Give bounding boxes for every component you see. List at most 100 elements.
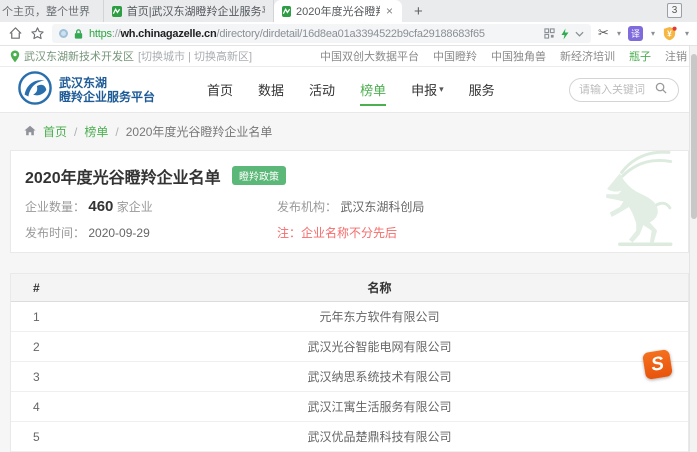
count-label: 企业数量： bbox=[25, 200, 86, 214]
url-host: wh.chinagazelle.cn bbox=[120, 27, 217, 40]
wallet-dropdown-caret-icon[interactable]: ▾ bbox=[685, 29, 689, 38]
breadcrumb-sep: / bbox=[74, 124, 78, 139]
logo-line1: 武汉东湖 bbox=[59, 75, 108, 90]
nav-rankings[interactable]: 榜单 bbox=[360, 67, 386, 113]
chevron-down-icon[interactable] bbox=[575, 31, 584, 37]
current-district-label: 武汉东湖新技术开发区 bbox=[24, 51, 134, 63]
utility-link-unicorn[interactable]: 中国独角兽 bbox=[491, 48, 546, 64]
table-row[interactable]: 1 元年东方软件有限公司 bbox=[11, 302, 688, 332]
nav-apply[interactable]: 申报 ▾ bbox=[411, 67, 444, 113]
page-title: 2020年度光谷瞪羚企业名单 bbox=[25, 170, 221, 187]
new-tab-button[interactable]: + bbox=[402, 0, 435, 22]
company-name: 元年东方软件有限公司 bbox=[319, 310, 440, 324]
list-detail-card: 2020年度光谷瞪羚企业名单 瞪羚政策 企业数量： 460 家企业 发布机构： … bbox=[10, 150, 689, 253]
enterprise-count: 企业数量： 460 家企业 bbox=[25, 198, 277, 215]
count-value: 460 bbox=[88, 198, 114, 215]
company-name: 武汉光谷智能电网有限公司 bbox=[307, 340, 452, 354]
gazelle-watermark-icon bbox=[592, 151, 684, 250]
secure-lock-icon[interactable] bbox=[73, 28, 84, 40]
url-path: /directory/dirdetail/16d8ea01a3394522b9c… bbox=[216, 27, 485, 40]
page-scrollbar[interactable] bbox=[689, 46, 697, 452]
qr-code-icon[interactable] bbox=[544, 28, 555, 39]
breadcrumb-sep: / bbox=[115, 124, 119, 139]
tab-label: 2020年度光谷瞪羚企业名单|武 bbox=[296, 6, 380, 18]
url-text[interactable]: https://wh.chinagazelle.cn/directory/dir… bbox=[89, 28, 539, 40]
switch-city-links[interactable]: [切换城市 | 切换高新区] bbox=[138, 48, 252, 64]
browser-tab-strip: 个主页，整个世界 首页|武汉东湖瞪羚企业服务平台 2020年度光谷瞪羚企业名单|… bbox=[0, 0, 697, 22]
utility-link-training[interactable]: 新经济培训 bbox=[560, 48, 615, 64]
table-header-row: # 名称 bbox=[11, 274, 688, 302]
breadcrumb-rankings[interactable]: 榜单 bbox=[84, 123, 108, 140]
nav-home[interactable]: 首页 bbox=[207, 67, 233, 113]
table-row[interactable]: 3 武汉纳思系统技术有限公司 bbox=[11, 362, 688, 392]
address-bar[interactable]: https://wh.chinagazelle.cn/directory/dir… bbox=[52, 24, 592, 43]
row-index: 4 bbox=[33, 399, 40, 414]
policy-badge[interactable]: 瞪羚政策 bbox=[231, 166, 286, 185]
search-input[interactable] bbox=[579, 83, 651, 96]
tab-label: 首页|武汉东湖瞪羚企业服务平台 bbox=[126, 6, 265, 18]
nav-apply-label: 申报 bbox=[411, 83, 438, 98]
page-content: 首页 / 榜单 / 2020年度光谷瞪羚企业名单 2020年度光谷瞪羚企业名单 … bbox=[0, 113, 697, 452]
translate-icon[interactable]: 译 bbox=[627, 26, 643, 41]
main-nav: 首页 数据 活动 榜单 申报 ▾ 服务 bbox=[207, 67, 495, 113]
utility-link-logout[interactable]: 注销 bbox=[665, 48, 687, 64]
publisher-value: 武汉东湖科创局 bbox=[340, 200, 425, 214]
logo-text: 武汉东湖 瞪羚企业服务平台 bbox=[59, 76, 155, 104]
site-header: 武汉东湖 瞪羚企业服务平台 首页 数据 活动 榜单 申报 ▾ 服务 bbox=[0, 67, 697, 113]
date-label: 发布时间： bbox=[25, 226, 86, 240]
breadcrumb-home[interactable]: 首页 bbox=[43, 123, 67, 140]
site-info-icon[interactable] bbox=[59, 29, 68, 38]
table-row[interactable]: 5 武汉优品楚鼎科技有限公司 bbox=[11, 422, 688, 452]
company-table: # 名称 1 元年东方软件有限公司 2 武汉光谷智能电网有限公司 3 武汉纳思系… bbox=[10, 273, 689, 452]
nav-activity[interactable]: 活动 bbox=[309, 67, 335, 113]
publisher-label: 发布机构： bbox=[277, 200, 338, 214]
browser-tab-active[interactable]: 2020年度光谷瞪羚企业名单|武 × bbox=[274, 0, 402, 22]
company-name: 武汉纳思系统技术有限公司 bbox=[307, 370, 452, 384]
wallet-shield-icon[interactable]: ¥ bbox=[662, 26, 677, 41]
logo-line2: 瞪羚企业服务平台 bbox=[59, 89, 156, 104]
row-index: 2 bbox=[33, 339, 40, 354]
browser-tab-2[interactable]: 首页|武汉东湖瞪羚企业服务平台 bbox=[104, 0, 274, 22]
location-pin-icon bbox=[10, 50, 20, 63]
browser-tab-1[interactable]: 个主页，整个世界 bbox=[0, 0, 104, 22]
scrollbar-thumb[interactable] bbox=[691, 54, 697, 219]
utility-link-gazelle[interactable]: 中国瞪羚 bbox=[433, 48, 477, 64]
tab-count-button[interactable]: 3 bbox=[667, 3, 682, 18]
utility-link-dataplatform[interactable]: 中国双创大数据平台 bbox=[320, 48, 419, 64]
breadcrumb-home-icon[interactable] bbox=[24, 125, 36, 139]
speed-bolt-icon[interactable] bbox=[560, 28, 570, 40]
column-header-index: # bbox=[33, 280, 40, 295]
screenshot-dropdown-caret-icon[interactable]: ▾ bbox=[617, 29, 621, 38]
location-area: 武汉东湖新技术开发区 [切换城市 | 切换高新区] bbox=[10, 48, 252, 64]
search-icon[interactable] bbox=[655, 82, 667, 97]
date-value: 2020-09-29 bbox=[88, 226, 150, 240]
breadcrumb: 首页 / 榜单 / 2020年度光谷瞪羚企业名单 bbox=[0, 113, 697, 150]
browser-toolbar: https://wh.chinagazelle.cn/directory/dir… bbox=[0, 22, 697, 46]
row-index: 1 bbox=[33, 309, 40, 324]
count-unit: 家企业 bbox=[116, 200, 153, 214]
utility-bar: 武汉东湖新技术开发区 [切换城市 | 切换高新区] 中国双创大数据平台 中国瞪羚… bbox=[0, 46, 697, 67]
site-logo[interactable]: 武汉东湖 瞪羚企业服务平台 bbox=[18, 71, 155, 108]
logo-mark-icon bbox=[18, 71, 52, 108]
table-row[interactable]: 4 武汉江寓生活服务有限公司 bbox=[11, 392, 688, 422]
company-name: 武汉优品楚鼎科技有限公司 bbox=[307, 430, 452, 444]
row-index: 3 bbox=[33, 369, 40, 384]
nav-data[interactable]: 数据 bbox=[258, 67, 284, 113]
screenshot-scissors-icon[interactable]: ✂ bbox=[598, 26, 609, 41]
nav-apply-caret-icon: ▾ bbox=[439, 84, 444, 94]
utility-link-username[interactable]: 瓶子 bbox=[629, 48, 651, 64]
bookmark-star-icon[interactable] bbox=[30, 26, 45, 41]
table-row[interactable]: 2 武汉光谷智能电网有限公司 bbox=[11, 332, 688, 362]
company-name: 武汉江寓生活服务有限公司 bbox=[307, 400, 452, 414]
row-index: 5 bbox=[33, 429, 40, 444]
home-icon[interactable] bbox=[8, 26, 23, 41]
detail-info: 企业数量： 460 家企业 发布机构： 武汉东湖科创局 发布时间： 2020-0… bbox=[25, 198, 674, 241]
nav-services[interactable]: 服务 bbox=[469, 67, 495, 113]
gazelle-favicon-icon bbox=[282, 5, 291, 17]
url-scheme: https bbox=[89, 27, 112, 40]
sogou-input-icon[interactable]: S bbox=[642, 349, 673, 380]
translate-dropdown-caret-icon[interactable]: ▾ bbox=[651, 29, 655, 38]
tab-close-icon[interactable]: × bbox=[385, 5, 394, 17]
utility-links: 中国双创大数据平台 中国瞪羚 中国独角兽 新经济培训 瓶子 注销 bbox=[320, 48, 687, 64]
search-box[interactable] bbox=[569, 77, 679, 102]
